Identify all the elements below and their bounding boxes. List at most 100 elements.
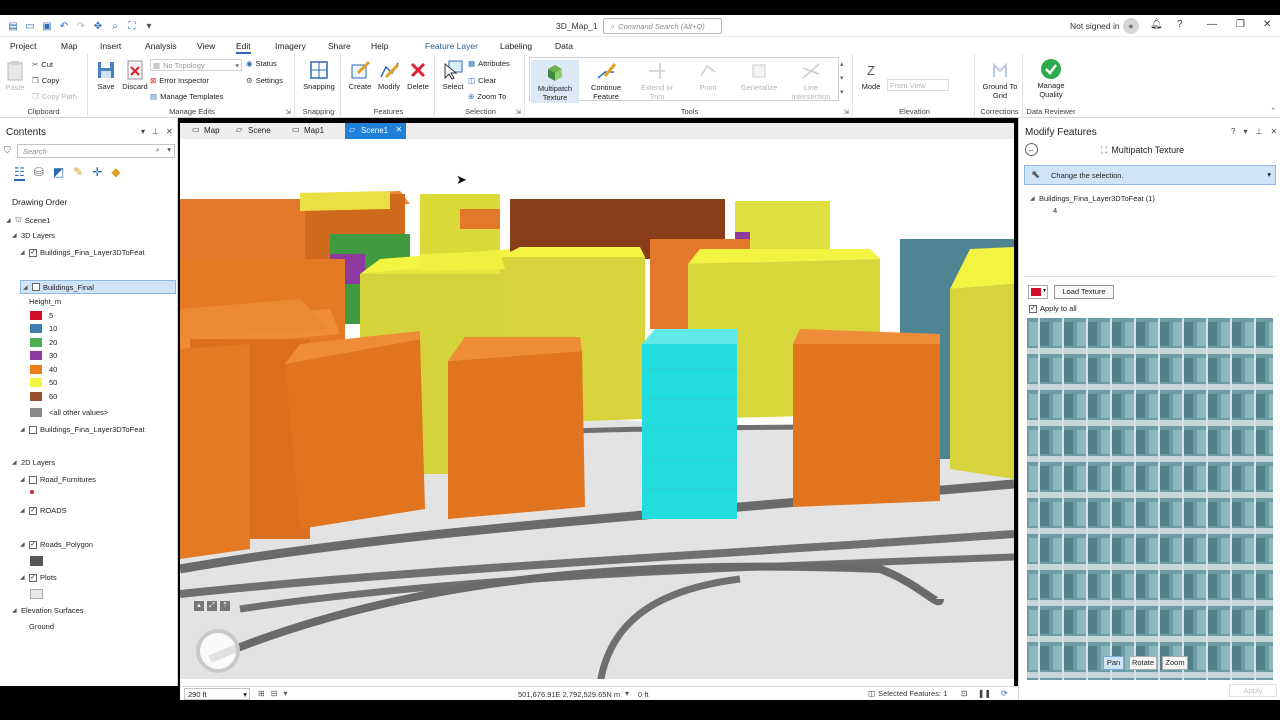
list-by-labeling-icon[interactable]: ◆: [111, 165, 120, 181]
search-options-icon[interactable]: ▾: [167, 145, 171, 154]
explore-icon[interactable]: ✥: [91, 19, 105, 33]
tab-share[interactable]: Share: [328, 41, 351, 51]
visibility-checkbox[interactable]: ✓: [29, 573, 37, 582]
coord-dropdown-icon[interactable]: ▾: [625, 689, 629, 698]
delete-button[interactable]: Delete: [404, 59, 432, 92]
visibility-checkbox[interactable]: [29, 475, 37, 484]
filter-icon[interactable]: ⛉: [4, 145, 11, 156]
search-icon[interactable]: ⌕: [156, 145, 160, 155]
list-by-selection-icon[interactable]: ◩: [53, 165, 64, 181]
expand-navigator-icon[interactable]: ▴: [194, 601, 204, 611]
selection-dialog-launcher-icon[interactable]: ⇲: [515, 108, 521, 116]
list-by-snapping-icon[interactable]: ✛: [92, 165, 102, 181]
paste-button[interactable]: Paste: [4, 60, 26, 93]
collapse-icon[interactable]: ◢: [20, 541, 26, 548]
close-pane-icon[interactable]: ✕: [166, 127, 173, 136]
apply-to-all-check[interactable]: ✓: [1029, 304, 1037, 313]
tree-scene1[interactable]: ◢ ⛫ Scene1: [6, 215, 50, 225]
collapse-icon[interactable]: ◢: [20, 574, 26, 581]
tree-layer-final[interactable]: ◢ Buildings_Final: [20, 280, 176, 294]
zoom-to-button[interactable]: ⊕ Zoom To: [468, 92, 506, 101]
attributes-button[interactable]: ▦ Attributes: [468, 59, 510, 68]
change-selection-dropdown[interactable]: ⬉ Change the selection. ▾: [1024, 165, 1276, 185]
redo-icon[interactable]: ↷: [74, 19, 88, 33]
tab-help[interactable]: Help: [371, 41, 388, 51]
tree-road-furnitures[interactable]: ◢ Road_Furnitures: [20, 475, 96, 484]
pause-drawing-icon[interactable]: ❚❚: [978, 689, 991, 698]
line-intersection-button[interactable]: Line Intersection: [786, 60, 836, 101]
customize-qat-icon[interactable]: ▾: [142, 19, 156, 33]
sign-in-status[interactable]: Not signed in: [1070, 21, 1120, 31]
tab-view[interactable]: View: [197, 41, 215, 51]
collapse-icon[interactable]: ◢: [6, 217, 12, 224]
collapse-icon[interactable]: ◢: [20, 426, 26, 433]
restore-icon[interactable]: ❐: [1236, 19, 1245, 30]
visibility-checkbox[interactable]: [29, 425, 37, 434]
tree-layer-feat-2[interactable]: ◢ Buildings_Fina_Layer3DToFeat: [20, 425, 145, 434]
collapse-icon[interactable]: ◢: [1030, 195, 1036, 202]
binoculars-icon[interactable]: ⛶: [125, 19, 139, 33]
tab-scene-view[interactable]: ▱ Scene: [232, 123, 277, 139]
list-by-editing-icon[interactable]: ✎: [73, 165, 83, 181]
tree-plots[interactable]: ◢ ✓ Plots: [20, 573, 57, 582]
apply-button[interactable]: Apply: [1229, 684, 1277, 697]
selection-tree-item[interactable]: 4: [1053, 206, 1057, 215]
elevation-mode-button[interactable]: Z Mode: [858, 59, 884, 92]
tree-roads-polygon[interactable]: ◢ ✓ Roads_Polygon: [20, 540, 93, 549]
texture-preview[interactable]: [1027, 318, 1273, 680]
clear-selection-button[interactable]: ◫ Clear: [468, 76, 496, 85]
tab-map1-view[interactable]: ▭ Map1: [288, 123, 330, 139]
collapse-icon[interactable]: ◢: [23, 284, 29, 291]
snapping-button[interactable]: Snapping: [299, 59, 339, 92]
pane-options-icon[interactable]: ▾: [1243, 127, 1247, 136]
copy-path-button[interactable]: ❐ Copy Path: [32, 92, 77, 101]
cut-button[interactable]: ✂ Cut: [32, 60, 53, 69]
tools-dialog-launcher-icon[interactable]: ⇲: [843, 108, 849, 116]
tab-map[interactable]: Map: [61, 41, 78, 51]
user-avatar-icon[interactable]: ●: [1123, 18, 1139, 34]
save-icon[interactable]: ▣: [40, 19, 54, 33]
collapse-icon[interactable]: ◢: [20, 476, 26, 483]
collapse-icon[interactable]: ◢: [12, 607, 18, 614]
collapse-ribbon-icon[interactable]: ⌃: [1270, 107, 1276, 115]
modify-button[interactable]: Modify: [374, 59, 404, 92]
selected-features[interactable]: ◫ Selected Features: 1: [868, 689, 947, 698]
rotate-button[interactable]: Rotate: [1129, 656, 1157, 670]
command-search-input[interactable]: ⌕ Command Search (Alt+Q): [603, 18, 722, 34]
list-by-drawing-order-icon[interactable]: ☷: [14, 165, 25, 181]
grid-icon[interactable]: ⊟: [271, 689, 278, 698]
tree-ground[interactable]: Ground: [29, 622, 54, 631]
tab-analysis[interactable]: Analysis: [145, 41, 177, 51]
navigator-compass-icon[interactable]: [196, 629, 240, 673]
load-texture-button[interactable]: Load Texture: [1054, 285, 1114, 299]
edit-settings-button[interactable]: ⚙ Settings: [246, 76, 283, 85]
collapse-icon[interactable]: ◢: [12, 232, 18, 239]
north-arrow-icon[interactable]: ⇡: [220, 601, 230, 611]
pane-options-icon[interactable]: ▾: [141, 127, 145, 136]
create-button[interactable]: Create: [346, 59, 374, 92]
close-tab-icon[interactable]: ✕: [395, 125, 402, 134]
topology-dropdown[interactable]: ▦ No Topology ▾: [150, 59, 242, 71]
table-icon[interactable]: ⊞: [258, 689, 265, 698]
tab-insert[interactable]: Insert: [100, 41, 121, 51]
texture-color-picker[interactable]: ▾: [1028, 285, 1048, 299]
collapse-icon[interactable]: ◢: [12, 459, 18, 466]
visibility-checkbox[interactable]: [32, 283, 40, 291]
list-by-data-source-icon[interactable]: ⛁: [34, 165, 44, 181]
status-button[interactable]: ◉ Status: [246, 59, 277, 68]
save-edits-button[interactable]: Save: [94, 59, 118, 92]
tab-map-view[interactable]: ▭ Map: [188, 123, 226, 139]
point-tool-button[interactable]: Point: [684, 60, 732, 93]
tree-3d-layers[interactable]: ◢ 3D Layers: [12, 231, 55, 240]
tab-edit[interactable]: Edit: [236, 41, 251, 54]
tab-data[interactable]: Data: [555, 41, 573, 51]
pan-button[interactable]: Pan: [1103, 656, 1124, 670]
help-icon[interactable]: ?: [1231, 127, 1235, 136]
visibility-checkbox[interactable]: ✓: [29, 248, 37, 257]
scale-dropdown[interactable]: 290 ft ▾: [184, 688, 250, 700]
contents-search-input[interactable]: Search ⌕ ▾: [17, 144, 175, 158]
help-icon[interactable]: ?: [1177, 19, 1183, 30]
tree-layer-feat[interactable]: ◢ ✓ Buildings_Fina_Layer3DToFeat: [20, 248, 145, 257]
dialog-launcher-icon[interactable]: ⇲: [285, 108, 291, 116]
tab-imagery[interactable]: Imagery: [275, 41, 306, 51]
